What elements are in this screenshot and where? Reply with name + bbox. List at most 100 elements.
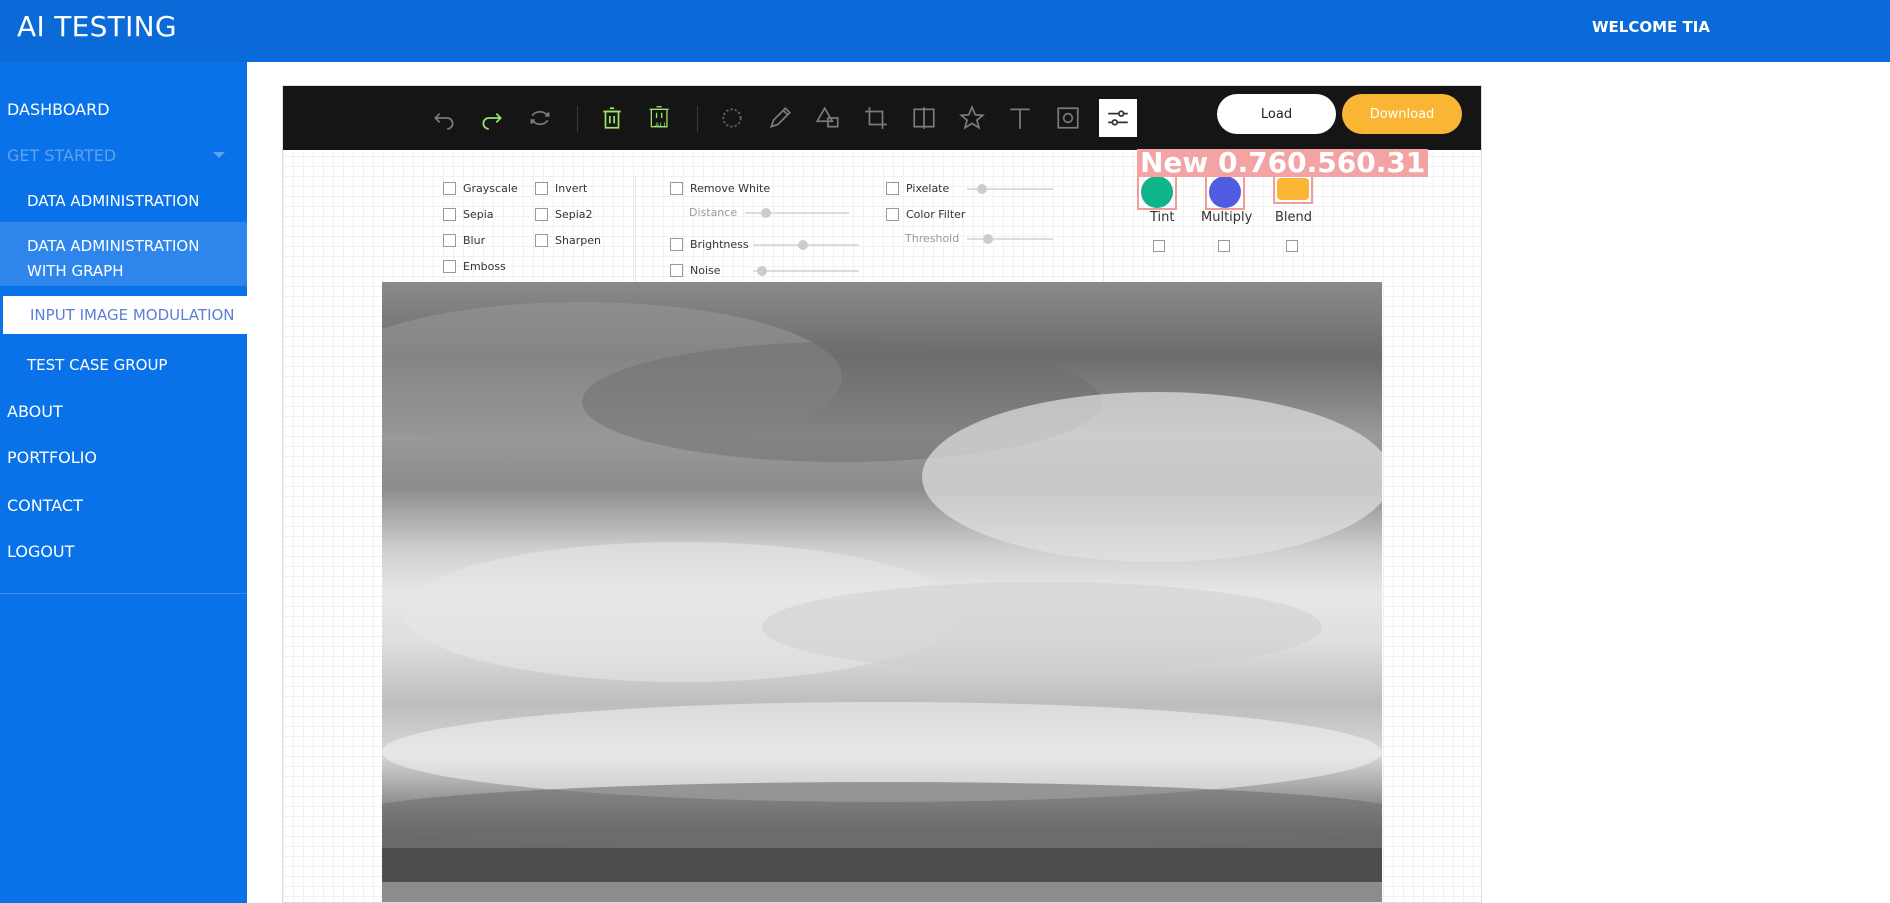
remove-white-label: Remove White	[690, 182, 771, 195]
chevron-down-icon	[213, 152, 225, 158]
sidebar-item-contact[interactable]: CONTACT	[0, 496, 247, 520]
water-strip	[382, 882, 1382, 902]
sidebar-item-input-image-modulation[interactable]: INPUT IMAGE MODULATION	[0, 296, 247, 334]
distance-label: Distance	[689, 206, 738, 219]
sepia-option[interactable]: Sepia	[443, 208, 494, 221]
brightness-slider[interactable]	[753, 240, 859, 250]
emboss-checkbox[interactable]	[443, 260, 456, 273]
emboss-label: Emboss	[463, 260, 506, 273]
pixelate-checkbox[interactable]	[886, 182, 899, 195]
color-filter-checkbox[interactable]	[886, 208, 899, 221]
sidebar: DASHBOARD GET STARTED DATA ADMINISTRATIO…	[0, 62, 247, 903]
brightness-label: Brightness	[690, 238, 749, 251]
load-button[interactable]: Load	[1217, 94, 1336, 134]
mask-icon[interactable]	[1053, 103, 1083, 133]
sepia2-checkbox[interactable]	[535, 208, 548, 221]
sidebar-item-data-administration-with-graph[interactable]: DATA ADMINISTRATION WITH GRAPH	[0, 222, 247, 286]
rotate-icon[interactable]	[717, 103, 747, 133]
text-icon[interactable]	[1005, 103, 1035, 133]
sidebar-item-portfolio[interactable]: PORTFOLIO	[0, 448, 247, 472]
land-strip	[382, 848, 1382, 882]
invert-label: Invert	[555, 182, 588, 195]
threshold-slider[interactable]	[967, 234, 1053, 244]
sidebar-item-label: LOGOUT	[7, 542, 75, 561]
sharpen-option[interactable]: Sharpen	[535, 234, 601, 247]
filter-icon[interactable]	[1099, 99, 1137, 137]
delete-all-icon[interactable]: ALL	[645, 103, 675, 133]
color-filter-option[interactable]: Color Filter	[886, 208, 965, 221]
sidebar-item-label: DATA ADMINISTRATION	[27, 192, 200, 210]
sidebar-item-data-administration[interactable]: DATA ADMINISTRATION	[0, 192, 247, 216]
download-button[interactable]: Download	[1342, 94, 1462, 134]
sepia-checkbox[interactable]	[443, 208, 456, 221]
invert-option[interactable]: Invert	[535, 182, 587, 195]
draw-icon[interactable]	[765, 103, 795, 133]
invert-checkbox[interactable]	[535, 182, 548, 195]
brightness-option[interactable]: Brightness	[670, 238, 749, 251]
toolbar-divider	[697, 106, 698, 132]
pixelate-option[interactable]: Pixelate	[886, 182, 949, 195]
canvas-image[interactable]	[382, 282, 1382, 902]
tint-label: Tint	[1150, 210, 1175, 225]
pixelate-slider-knob[interactable]	[977, 184, 987, 194]
noise-checkbox[interactable]	[670, 264, 683, 277]
distance-slider-knob[interactable]	[761, 208, 771, 218]
filter-divider	[1103, 176, 1104, 284]
blur-checkbox[interactable]	[443, 234, 456, 247]
sidebar-item-label: PORTFOLIO	[7, 448, 97, 467]
star-icon[interactable]	[957, 103, 987, 133]
undo-icon[interactable]	[429, 103, 459, 133]
blend-swatch[interactable]	[1277, 178, 1309, 200]
cloud-shape	[762, 582, 1322, 672]
emboss-option[interactable]: Emboss	[443, 260, 506, 273]
delete-all-caption: ALL	[655, 122, 668, 130]
sepia2-label: Sepia2	[555, 208, 593, 221]
grayscale-label: Grayscale	[463, 182, 518, 195]
sidebar-item-label: CONTACT	[7, 496, 83, 515]
remove-white-option[interactable]: Remove White	[670, 182, 770, 195]
threshold-label: Threshold	[905, 232, 960, 245]
sidebar-item-logout[interactable]: LOGOUT	[0, 542, 247, 566]
reset-icon[interactable]	[525, 103, 555, 133]
brightness-checkbox[interactable]	[670, 238, 683, 251]
tint-checkbox[interactable]	[1153, 240, 1165, 252]
threshold-slider-knob[interactable]	[983, 234, 993, 244]
remove-white-checkbox[interactable]	[670, 182, 683, 195]
brightness-slider-knob[interactable]	[798, 240, 808, 250]
sidebar-item-dashboard[interactable]: DASHBOARD	[0, 100, 247, 124]
pixelate-slider[interactable]	[967, 184, 1053, 194]
sidebar-item-about[interactable]: ABOUT	[0, 402, 247, 426]
sidebar-item-label: TEST CASE GROUP	[27, 356, 168, 374]
distance-slider[interactable]	[745, 208, 849, 218]
multiply-checkbox[interactable]	[1218, 240, 1230, 252]
sidebar-item-label: GET STARTED	[7, 146, 117, 165]
multiply-swatch[interactable]	[1209, 176, 1241, 208]
tint-swatch[interactable]	[1141, 176, 1173, 208]
blur-option[interactable]: Blur	[443, 234, 485, 247]
sidebar-item-test-case-group[interactable]: TEST CASE GROUP	[0, 356, 247, 380]
noise-slider-knob[interactable]	[757, 266, 767, 276]
toolbar-divider	[577, 106, 578, 132]
image-editor: ALL Load Download Grayscale Invert Sepia…	[282, 85, 1482, 903]
sidebar-divider	[0, 593, 247, 594]
crop-icon[interactable]	[861, 103, 891, 133]
shape-icon[interactable]	[813, 103, 843, 133]
sidebar-item-label: DASHBOARD	[7, 100, 110, 119]
noise-label: Noise	[690, 264, 721, 277]
flip-icon[interactable]	[909, 103, 939, 133]
editor-toolbar: ALL Load Download	[283, 86, 1481, 150]
grayscale-option[interactable]: Grayscale	[443, 182, 518, 195]
sidebar-item-get-started[interactable]: GET STARTED	[0, 146, 247, 170]
detection-overlay-label: New 0.760.560.31	[1137, 149, 1429, 177]
sharpen-checkbox[interactable]	[535, 234, 548, 247]
redo-icon[interactable]	[477, 103, 507, 133]
noise-slider[interactable]	[753, 266, 859, 276]
noise-option[interactable]: Noise	[670, 264, 721, 277]
app-title: AI TESTING	[17, 10, 177, 43]
grayscale-checkbox[interactable]	[443, 182, 456, 195]
filter-divider	[635, 176, 636, 284]
delete-icon[interactable]	[597, 103, 627, 133]
welcome-text: WELCOME TIA	[1592, 18, 1710, 36]
blend-checkbox[interactable]	[1286, 240, 1298, 252]
sepia2-option[interactable]: Sepia2	[535, 208, 593, 221]
